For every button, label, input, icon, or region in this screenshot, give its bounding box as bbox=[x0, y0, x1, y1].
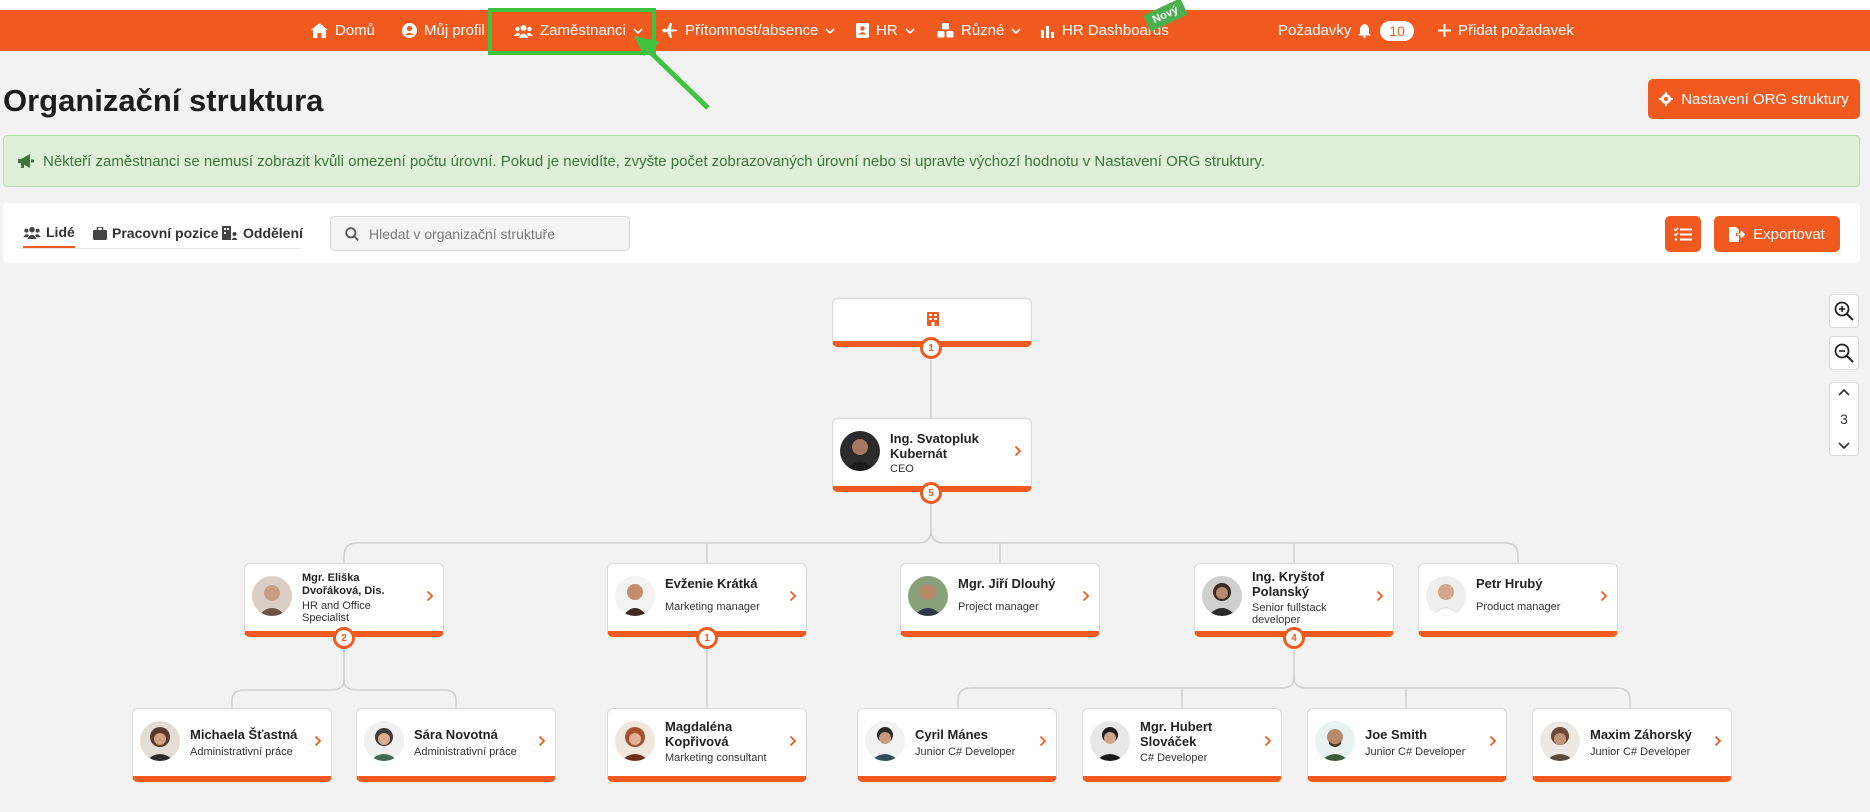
avatar bbox=[615, 721, 655, 761]
chevron-right-icon[interactable] bbox=[1082, 590, 1090, 602]
chevron-right-icon[interactable] bbox=[789, 735, 797, 747]
card-name: Ing. Svatopluk Kubernát bbox=[890, 431, 979, 461]
avatar bbox=[364, 721, 404, 761]
avatar bbox=[1426, 576, 1466, 616]
avatar bbox=[1315, 721, 1355, 761]
card-role: CEO bbox=[890, 463, 914, 475]
chevron-right-icon[interactable] bbox=[1039, 735, 1047, 747]
org-card-petr[interactable]: Petr Hrubý Product manager bbox=[1418, 563, 1618, 637]
card-role: Junior C# Developer bbox=[1365, 746, 1466, 758]
card-name: Mgr. Hubert Slováček bbox=[1140, 719, 1213, 749]
card-name: Joe Smith bbox=[1365, 727, 1428, 742]
chevron-right-icon[interactable] bbox=[1264, 735, 1272, 747]
card-name: Sára Novotná bbox=[414, 727, 498, 742]
chevron-right-icon[interactable] bbox=[1014, 445, 1022, 457]
card-role: HR and Office Specialist bbox=[302, 600, 371, 624]
org-card-krystof[interactable]: Ing. Kryštof Polanský Senior fullstack d… bbox=[1194, 563, 1394, 637]
avatar bbox=[252, 576, 292, 616]
org-connectors bbox=[231, 360, 1631, 710]
card-role: C# Developer bbox=[1140, 752, 1208, 764]
avatar bbox=[865, 721, 905, 761]
card-role: Product manager bbox=[1476, 601, 1561, 613]
chevron-right-icon[interactable] bbox=[314, 735, 322, 747]
ceo-count-badge[interactable]: 5 bbox=[920, 482, 942, 504]
org-card-magdalena[interactable]: Magdaléna Kopřivová Marketing consultant bbox=[607, 708, 807, 782]
chevron-right-icon[interactable] bbox=[1489, 735, 1497, 747]
card-role: Junior C# Developer bbox=[915, 746, 1016, 758]
evzenie-count-badge[interactable]: 1 bbox=[696, 627, 718, 649]
card-name: Mgr. Eliška Dvořáková, Dis. bbox=[302, 572, 385, 597]
card-role: Senior fullstack developer bbox=[1252, 602, 1327, 626]
card-name: Petr Hrubý bbox=[1476, 576, 1543, 591]
avatar bbox=[140, 721, 180, 761]
chevron-right-icon[interactable] bbox=[1600, 590, 1608, 602]
eliska-count-badge[interactable]: 2 bbox=[333, 627, 355, 649]
card-name: Cyril Mánes bbox=[915, 727, 988, 742]
avatar bbox=[615, 576, 655, 616]
card-role: Marketing manager bbox=[665, 601, 760, 613]
root-count-badge[interactable]: 1 bbox=[920, 337, 942, 359]
chevron-right-icon[interactable] bbox=[789, 590, 797, 602]
avatar bbox=[840, 431, 880, 471]
chevron-right-icon[interactable] bbox=[1714, 735, 1722, 747]
card-role: Administrativní práce bbox=[414, 746, 517, 758]
org-card-hubert[interactable]: Mgr. Hubert Slováček C# Developer bbox=[1082, 708, 1282, 782]
card-name: Ing. Kryštof Polanský bbox=[1252, 569, 1325, 599]
krystof-count-badge[interactable]: 4 bbox=[1283, 627, 1305, 649]
org-card-evzenie[interactable]: Evženie Krátká Marketing manager bbox=[607, 563, 807, 637]
chevron-right-icon[interactable] bbox=[1376, 590, 1384, 602]
avatar bbox=[908, 576, 948, 616]
card-role: Administrativní práce bbox=[190, 746, 293, 758]
card-name: Michaela Šťastná bbox=[190, 727, 298, 742]
org-card-joe[interactable]: Joe Smith Junior C# Developer bbox=[1307, 708, 1507, 782]
card-role: Marketing consultant bbox=[665, 752, 767, 764]
card-name: Magdaléna Kopřivová bbox=[665, 719, 733, 749]
avatar bbox=[1202, 576, 1242, 616]
avatar bbox=[1090, 721, 1130, 761]
chevron-right-icon[interactable] bbox=[538, 735, 546, 747]
card-role: Junior C# Developer bbox=[1590, 746, 1691, 758]
org-card-cyril[interactable]: Cyril Mánes Junior C# Developer bbox=[857, 708, 1057, 782]
org-card-jiri[interactable]: Mgr. Jiří Dlouhý Project manager bbox=[900, 563, 1100, 637]
chevron-right-icon[interactable] bbox=[426, 590, 434, 602]
card-role: Project manager bbox=[958, 601, 1039, 613]
building-icon bbox=[927, 312, 939, 326]
card-name: Evženie Krátká bbox=[665, 576, 758, 591]
org-card-eliska[interactable]: Mgr. Eliška Dvořáková, Dis. HR and Offic… bbox=[244, 563, 444, 637]
org-card-ceo[interactable]: Ing. Svatopluk Kubernát CEO bbox=[832, 418, 1032, 492]
avatar bbox=[1540, 721, 1580, 761]
card-name: Mgr. Jiří Dlouhý bbox=[958, 576, 1056, 591]
org-card-maxim[interactable]: Maxim Záhorský Junior C# Developer bbox=[1532, 708, 1732, 782]
card-name: Maxim Záhorský bbox=[1590, 727, 1692, 742]
org-card-michaela[interactable]: Michaela Šťastná Administrativní práce bbox=[132, 708, 332, 782]
org-card-sara[interactable]: Sára Novotná Administrativní práce bbox=[356, 708, 556, 782]
